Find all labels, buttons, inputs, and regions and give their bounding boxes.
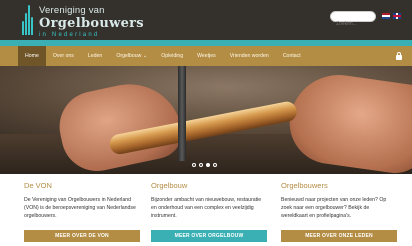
- search-box: [330, 11, 376, 29]
- slider-dot[interactable]: [213, 163, 217, 167]
- slider-dot-active[interactable]: [206, 163, 210, 167]
- column-text: De Vereniging van Orgelbouwers in Nederl…: [24, 197, 136, 219]
- site-header: Vereniging van Orgelbouwers in Nederland: [0, 0, 412, 40]
- nav-item-weetjes[interactable]: Weetjes: [190, 46, 223, 66]
- main-nav: Home Over ons Leden Orgelbouw ⌄ Opleidin…: [0, 46, 412, 66]
- column-title: De VON: [24, 181, 52, 190]
- lock-icon[interactable]: [396, 52, 402, 60]
- nav-item-vrienden-worden[interactable]: Vrienden worden: [223, 46, 276, 66]
- meer-over-orgelbouw-button[interactable]: MEER OVER ORGELBOUW: [151, 230, 267, 242]
- column-text: Bijzonder ambacht van nieuwebouw, restau…: [151, 197, 262, 219]
- dutch-flag-icon[interactable]: [382, 13, 390, 19]
- nav-item-contact[interactable]: Contact: [276, 46, 308, 66]
- logo-line-1: Vereniging van: [39, 5, 105, 16]
- nav-item-leden[interactable]: Leden: [81, 46, 109, 66]
- hero-saw-blade: [178, 66, 186, 161]
- column-title: Orgelbouwers: [281, 181, 328, 190]
- column-text: Benieuwd naar projecten van onze leden? …: [281, 197, 387, 219]
- hero-slider: [0, 66, 412, 174]
- meer-over-de-von-button[interactable]: MEER OVER DE VON: [24, 230, 140, 242]
- slider-dot[interactable]: [199, 163, 203, 167]
- column-orgelbouwers: Orgelbouwers Benieuwd naar projecten van…: [281, 181, 397, 226]
- nav-item-opleiding[interactable]: Opleiding: [154, 46, 190, 66]
- slider-dots: [192, 163, 217, 167]
- slider-dot[interactable]: [192, 163, 196, 167]
- logo-line-3: in Nederland: [39, 31, 100, 38]
- nav-item-over-ons[interactable]: Over ons: [46, 46, 81, 66]
- logo-line-2: Orgelbouwers: [39, 15, 144, 31]
- column-title: Orgelbouw: [151, 181, 188, 190]
- meer-over-onze-leden-button[interactable]: MEER OVER ONZE LEDEN: [281, 230, 397, 242]
- search-input[interactable]: [331, 19, 375, 29]
- organ-pipes-icon: [22, 5, 34, 35]
- column-de-von: De VON De Vereniging van Orgelbouwers in…: [24, 181, 140, 226]
- nav-item-orgelbouw[interactable]: Orgelbouw ⌄: [109, 46, 154, 66]
- column-orgelbouw: Orgelbouw Bijzonder ambacht van nieuwebo…: [151, 181, 267, 226]
- english-flag-icon[interactable]: [393, 13, 401, 19]
- site-logo[interactable]: Vereniging van Orgelbouwers in Nederland: [22, 5, 144, 38]
- nav-item-home[interactable]: Home: [18, 46, 46, 66]
